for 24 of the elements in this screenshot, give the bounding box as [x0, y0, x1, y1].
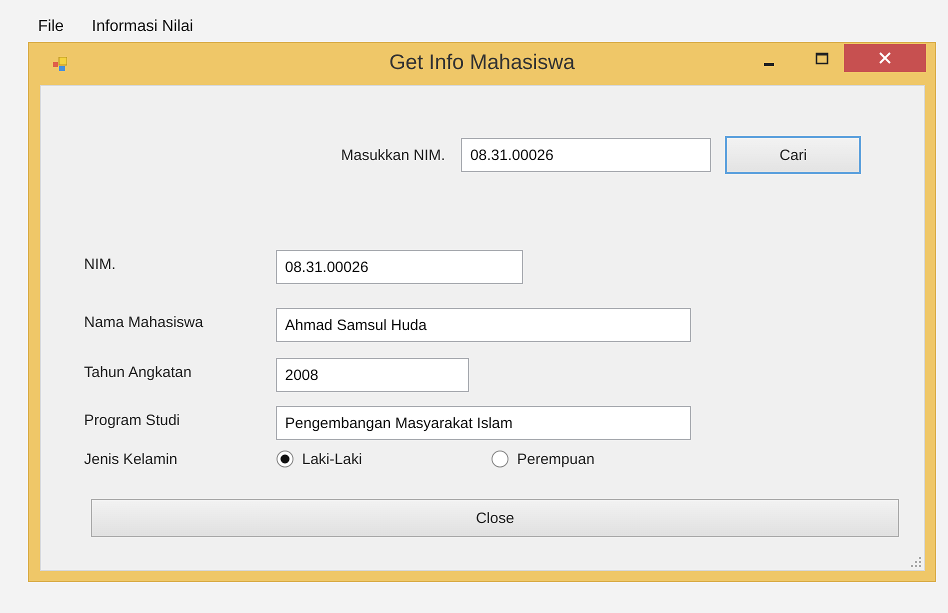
text-field[interactable]: 2008: [276, 358, 469, 392]
radio-button[interactable]: Laki-Laki: [276, 450, 491, 468]
window-title: Get Info Mahasiswa: [389, 51, 575, 74]
text-field[interactable]: 08.31.00026: [276, 250, 523, 284]
field-label: NIM.: [84, 255, 117, 273]
field-label: Nama Mahasiswa: [84, 313, 204, 331]
field-label: Tahun Angkatan: [84, 363, 193, 381]
text-field[interactable]: Pengembangan Masyarakat Islam: [276, 406, 691, 440]
close-icon: [879, 52, 891, 64]
menu-item[interactable]: Informasi Nilai: [90, 18, 196, 30]
field-label: Program Studi: [84, 411, 181, 429]
close-button[interactable]: Close: [91, 499, 899, 537]
close-window-button[interactable]: [844, 44, 926, 72]
radio-icon: [491, 450, 509, 468]
resize-grip-icon[interactable]: [911, 557, 921, 567]
nim-input-field[interactable]: 08.31.00026: [461, 138, 712, 172]
app-icon: [53, 57, 67, 71]
radio-icon: [276, 450, 294, 468]
menu-item[interactable]: File: [36, 18, 66, 30]
field-label: Masukkan NIM.: [341, 146, 446, 164]
field-label: Jenis Kelamin: [84, 450, 178, 468]
search-button[interactable]: Cari: [725, 136, 862, 174]
text-field[interactable]: Ahmad Samsul Huda: [276, 308, 691, 342]
radio-button[interactable]: Perempuan: [491, 450, 706, 468]
